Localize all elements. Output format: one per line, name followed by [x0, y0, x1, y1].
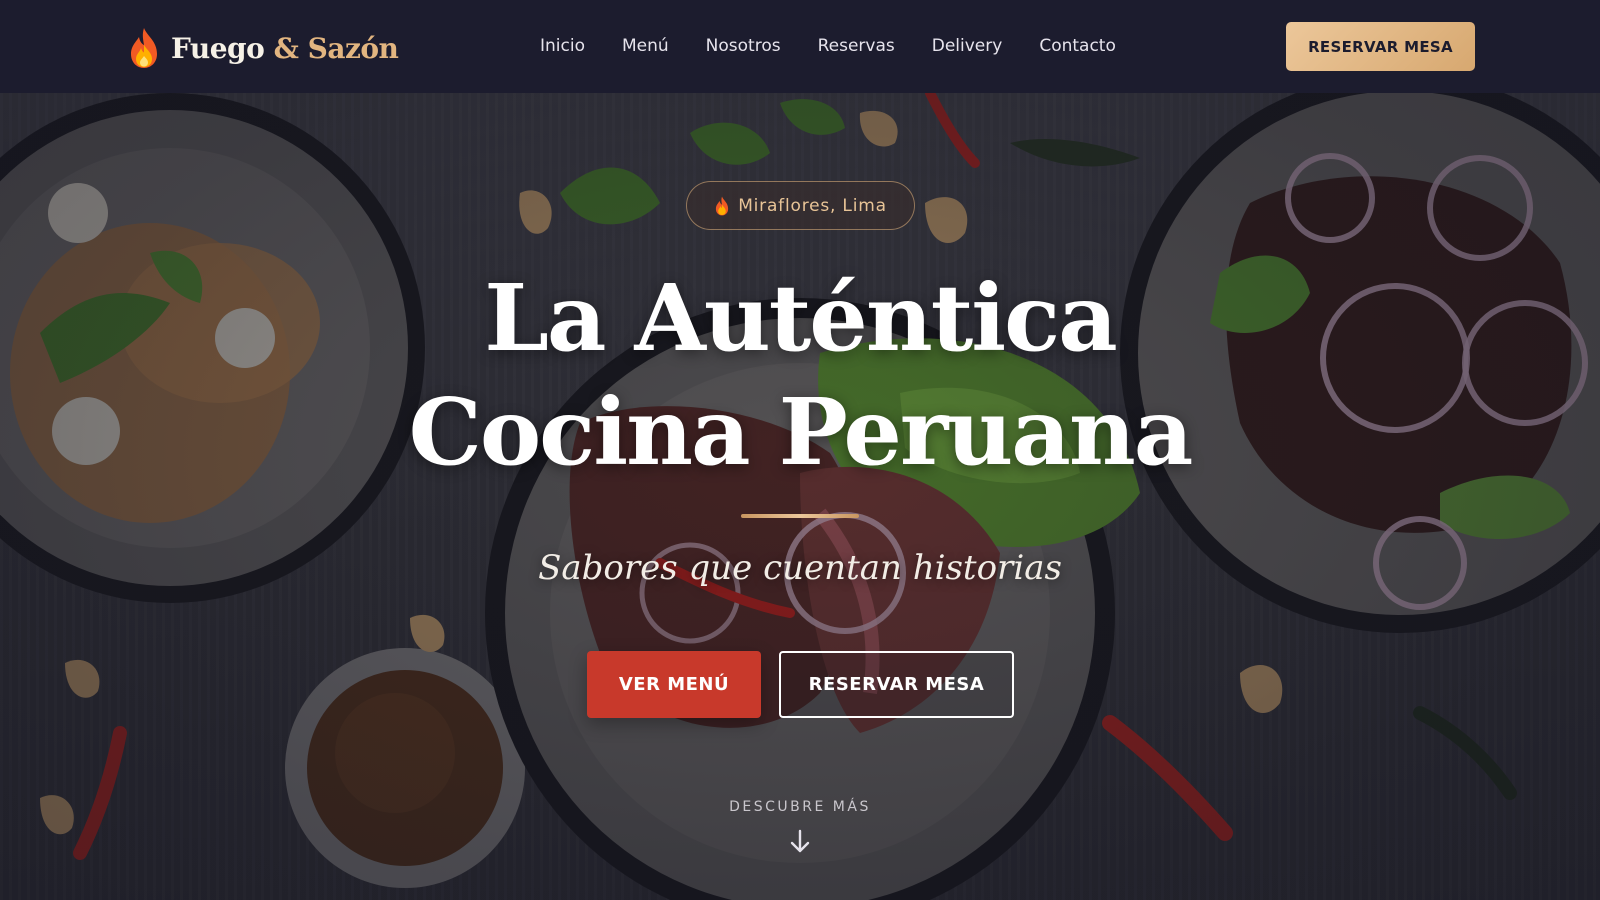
nav-reserve-button[interactable]: RESERVAR MESA	[1286, 22, 1475, 71]
view-menu-button[interactable]: VER MENÚ	[587, 651, 761, 718]
fire-icon	[716, 196, 729, 215]
nav-link-reservas[interactable]: Reservas	[818, 36, 895, 56]
brand-ampersand: &	[273, 31, 299, 65]
nav-link-nosotros[interactable]: Nosotros	[706, 36, 781, 56]
hero-section: Miraflores, Lima La Auténtica Cocina Per…	[0, 93, 1600, 900]
scroll-hint-label: DESCUBRE MÁS	[729, 799, 871, 815]
hero-reserve-button[interactable]: RESERVAR MESA	[779, 651, 1014, 718]
nav-link-inicio[interactable]: Inicio	[540, 36, 585, 56]
hero-title-line-1: La Auténtica	[484, 264, 1118, 372]
arrow-down-icon[interactable]	[789, 829, 811, 855]
hero-title: La Auténtica Cocina Peruana	[300, 261, 1300, 489]
hero-subtitle: Sabores que cuentan historias	[538, 548, 1062, 588]
brand-name-accent: Sazón	[307, 31, 399, 65]
fire-icon	[131, 28, 157, 68]
brand-logo[interactable]: Fuego & Sazón	[127, 26, 399, 70]
nav-link-menu[interactable]: Menú	[622, 36, 669, 56]
hero-title-line-2: Cocina Peruana	[408, 378, 1194, 486]
location-badge: Miraflores, Lima	[686, 181, 915, 230]
nav-link-delivery[interactable]: Delivery	[932, 36, 1003, 56]
main-nav: Inicio Menú Nosotros Reservas Delivery C…	[540, 33, 1116, 59]
top-navbar: Fuego & Sazón Inicio Menú Nosotros Reser…	[0, 0, 1600, 93]
nav-link-contacto[interactable]: Contacto	[1039, 36, 1116, 56]
title-divider	[741, 514, 859, 518]
location-text: Miraflores, Lima	[738, 195, 887, 216]
brand-name-main: Fuego	[171, 31, 265, 65]
brand-name: Fuego & Sazón	[171, 31, 399, 65]
